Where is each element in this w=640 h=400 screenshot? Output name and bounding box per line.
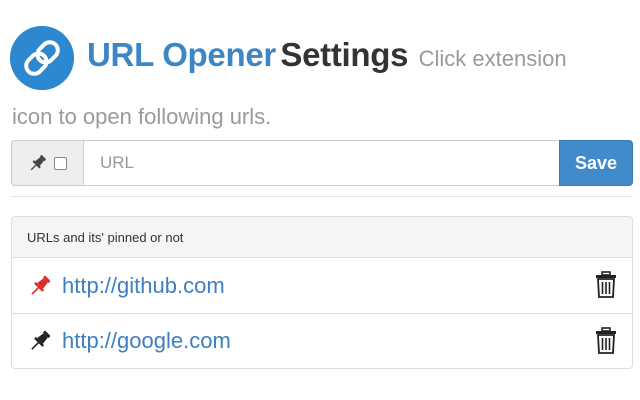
list-item: http://google.com bbox=[12, 313, 632, 368]
title-settings: Settings bbox=[280, 36, 409, 73]
pin-addon bbox=[11, 140, 83, 186]
url-link[interactable]: http://google.com bbox=[62, 328, 231, 354]
list-item: http://github.com bbox=[12, 258, 632, 313]
pin-icon bbox=[30, 155, 46, 171]
subtitle-line2: icon to open following urls. bbox=[12, 104, 272, 129]
add-url-form: Save bbox=[11, 140, 633, 186]
url-link[interactable]: http://github.com bbox=[62, 273, 225, 299]
link-logo-icon bbox=[10, 26, 74, 90]
title-brand: URL Opener bbox=[87, 36, 276, 73]
pinned-icon[interactable] bbox=[28, 274, 52, 298]
urls-panel: URLs and its' pinned or not http://githu… bbox=[11, 216, 633, 369]
unpinned-icon[interactable] bbox=[28, 329, 52, 353]
panel-heading: URLs and its' pinned or not bbox=[12, 217, 632, 258]
trash-icon[interactable] bbox=[594, 327, 618, 355]
pin-checkbox[interactable] bbox=[54, 156, 67, 170]
save-button[interactable]: Save bbox=[559, 140, 633, 186]
url-input[interactable] bbox=[83, 140, 559, 186]
page-title: URL Opener Settings Click extension bbox=[87, 36, 567, 74]
divider bbox=[11, 196, 633, 197]
trash-icon[interactable] bbox=[594, 271, 618, 299]
subtitle-line1: Click extension bbox=[418, 46, 567, 71]
